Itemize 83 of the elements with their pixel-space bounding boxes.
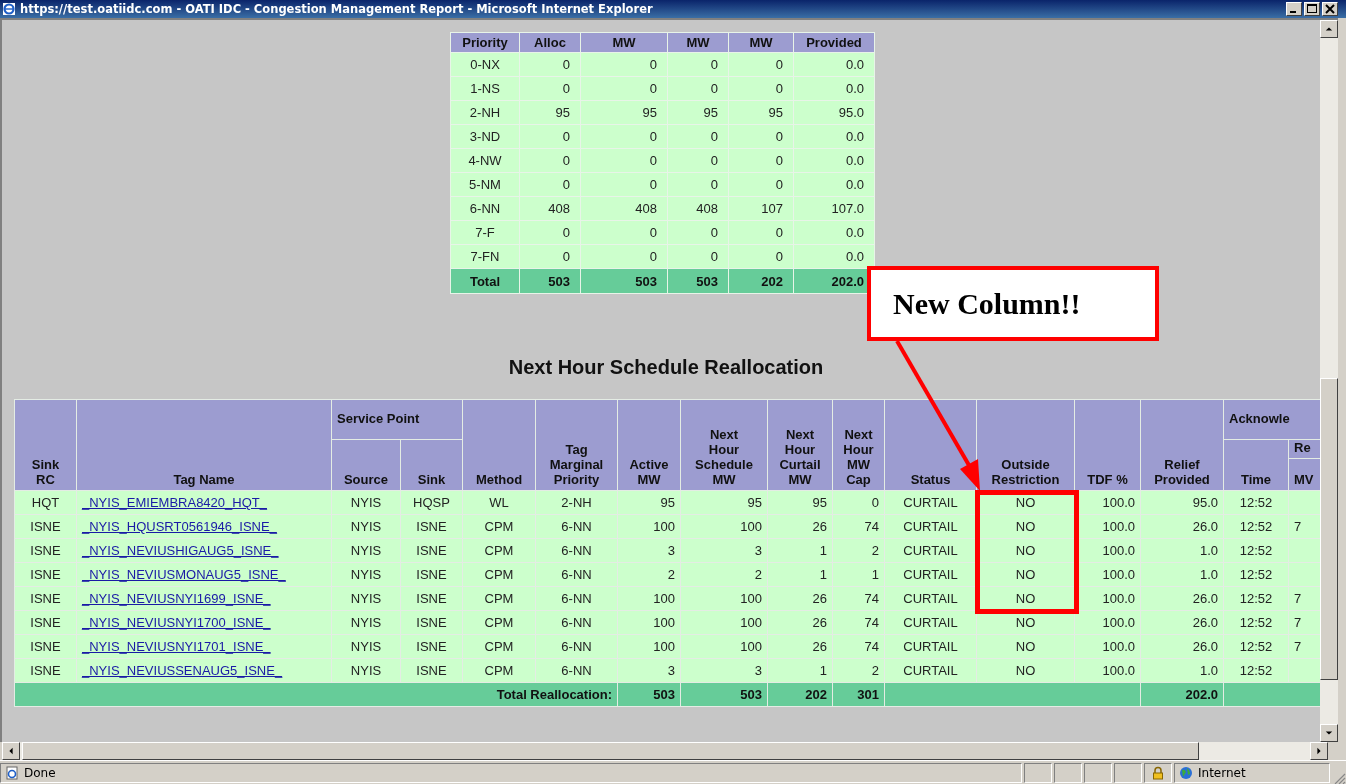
column-header: Provided [793, 32, 875, 53]
column-header: Sink [400, 439, 463, 491]
column-header: Time [1223, 439, 1289, 491]
column-header: Method [462, 399, 536, 491]
table-cell: 7-FN [450, 244, 520, 269]
column-header: TDF % [1074, 399, 1141, 491]
column-header: MW [728, 32, 794, 53]
table-cell: CURTAIL [884, 586, 977, 611]
minimize-button[interactable] [1286, 2, 1302, 16]
maximize-button[interactable] [1304, 2, 1320, 16]
column-header: Alloc [519, 32, 581, 53]
table-cell: CURTAIL [884, 634, 977, 659]
status-panel [1024, 763, 1052, 783]
column-header: Tag Name [76, 399, 332, 491]
resize-grip[interactable] [1332, 771, 1346, 784]
table-cell: ISNE [14, 658, 77, 683]
table-cell: ISNE [14, 514, 77, 539]
column-header: Next Hour Curtail MW [767, 399, 833, 491]
column-header: Relief Provided [1140, 399, 1224, 491]
status-panel [1084, 763, 1112, 783]
scroll-left-button[interactable] [2, 742, 20, 760]
section-title: Next Hour Schedule Reallocation [507, 356, 825, 379]
column-header: Outside Restriction [976, 399, 1075, 491]
table-cell: ISNE [14, 586, 77, 611]
up-arrow-icon [1325, 25, 1333, 33]
column-header: Acknowle [1223, 399, 1320, 440]
status-panel [1114, 763, 1142, 783]
table-cell: ISNE [14, 610, 77, 635]
table-cell: ISNE [14, 538, 77, 563]
scroll-up-button[interactable] [1320, 20, 1338, 38]
right-arrow-icon [1315, 747, 1323, 755]
left-arrow-icon [7, 747, 15, 755]
table-cell: CURTAIL [884, 610, 977, 635]
page-icon [5, 766, 19, 780]
table-cell: CURTAIL [884, 538, 977, 563]
column-header: Next Hour Schedule MW [680, 399, 768, 491]
column-header: Active MW [617, 399, 681, 491]
table-cell: 1-NS [450, 76, 520, 101]
down-arrow-icon [1325, 729, 1333, 737]
scroll-down-button[interactable] [1320, 724, 1338, 742]
table-cell: NO [976, 634, 1075, 659]
table-cell: 5-NM [450, 172, 520, 197]
table-cell: 3-ND [450, 124, 520, 149]
close-button[interactable] [1322, 2, 1338, 16]
table-cell: CURTAIL [884, 658, 977, 683]
column-header: Source [331, 439, 401, 491]
annotation-callout: New Column!! [867, 266, 1159, 341]
lock-icon [1151, 766, 1165, 780]
minimize-icon [1290, 11, 1296, 13]
total-cell: 503 [580, 268, 668, 294]
vertical-scrollbar[interactable] [1320, 18, 1338, 742]
table-cell: CURTAIL [884, 490, 977, 515]
column-header: MW [580, 32, 668, 53]
close-icon [1323, 3, 1337, 15]
window-title: https://test.oatiidc.com - OATI IDC - Congestion Management Report - Microsoft Internet Explorer [20, 2, 654, 16]
total-cell: Total [450, 268, 520, 294]
scroll-thumb[interactable] [1320, 378, 1338, 680]
table-cell: CURTAIL [884, 514, 977, 539]
status-panel [1054, 763, 1082, 783]
table-cell: 7-F [450, 220, 520, 245]
total-label: Total Reallocation: [14, 682, 618, 707]
column-header: Service Point [331, 399, 463, 440]
table-cell: HQT [14, 490, 77, 515]
column-header: Priority [450, 32, 520, 53]
globe-icon [1179, 766, 1193, 780]
maximize-icon [1305, 3, 1319, 15]
column-header: Status [884, 399, 977, 491]
scroll-right-button[interactable] [1310, 742, 1328, 760]
browser-icon [2, 2, 16, 16]
table-cell: 6-NN [450, 196, 520, 221]
table-cell: 0-NX [450, 52, 520, 77]
column-header: Tag Marginal Priority [535, 399, 618, 491]
column-header: Sink RC [14, 399, 77, 491]
column-header: MW [667, 32, 729, 53]
table-cell: CURTAIL [884, 562, 977, 587]
security-zone: Internet [1198, 766, 1246, 780]
table-cell: 4-NW [450, 148, 520, 173]
table-cell: ISNE [14, 562, 77, 587]
table-cell: 2-NH [450, 100, 520, 125]
column-header: Next Hour MW Cap [832, 399, 885, 491]
status-text: Done [24, 766, 56, 780]
table-cell: ISNE [14, 634, 77, 659]
table-cell: NO [976, 658, 1075, 683]
